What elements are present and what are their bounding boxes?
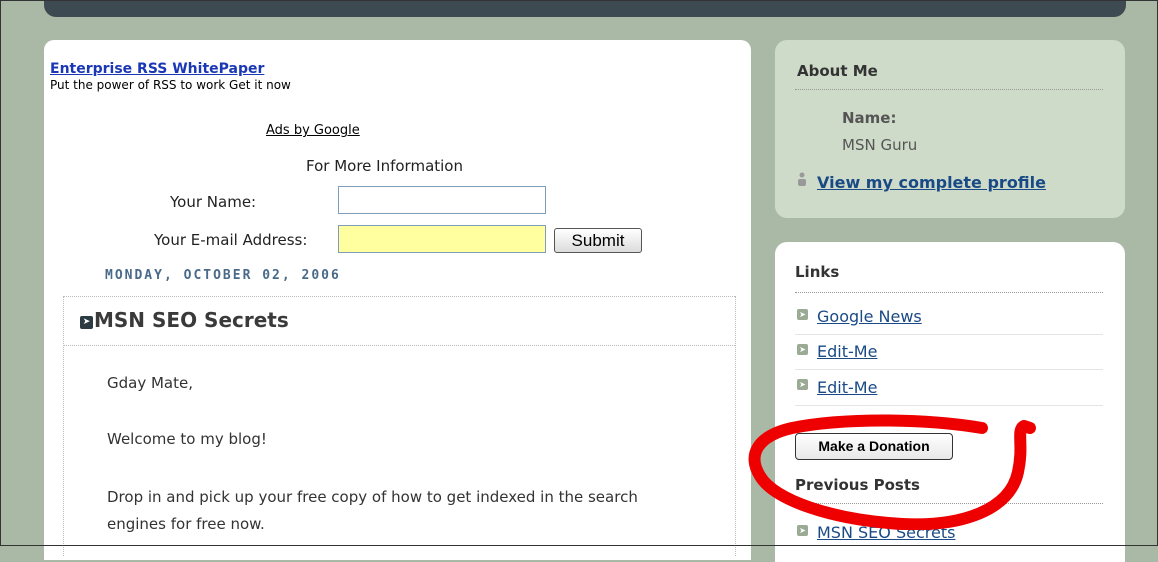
post-title[interactable]: MSN SEO Secrets <box>94 308 289 332</box>
bullet-arrow-icon: ➤ <box>797 344 808 355</box>
links-item[interactable]: Google News <box>817 307 922 326</box>
form-heading: For More Information <box>306 157 463 175</box>
about-me-heading: About Me <box>797 62 878 80</box>
links-item[interactable]: Edit-Me <box>817 342 877 361</box>
links-panel <box>775 242 1125 562</box>
links-heading: Links <box>795 263 840 281</box>
previous-post-link[interactable]: MSN SEO Secrets <box>817 523 955 542</box>
make-donation-button[interactable]: Make a Donation <box>795 433 953 460</box>
previous-posts-heading: Previous Posts <box>795 476 920 494</box>
about-name-value: MSN Guru <box>842 136 918 154</box>
divider <box>795 405 1103 406</box>
divider <box>795 334 1103 335</box>
ads-by-google-link[interactable]: Ads by Google <box>266 123 360 138</box>
post-date: MONDAY, OCTOBER 02, 2006 <box>105 268 341 283</box>
bullet-arrow-icon: ➤ <box>797 309 808 320</box>
bullet-arrow-icon: ➤ <box>797 379 808 390</box>
ad-unit: Enterprise RSS WhitePaper Put the power … <box>50 61 291 93</box>
divider <box>795 89 1103 90</box>
email-input[interactable] <box>338 225 546 253</box>
post-paragraph: Gday Mate, <box>107 374 193 392</box>
post-paragraph: Welcome to my blog! <box>107 430 267 448</box>
divider <box>795 503 1103 504</box>
divider <box>795 369 1103 370</box>
name-label: Your Name: <box>170 193 257 211</box>
ad-link[interactable]: Enterprise RSS WhitePaper <box>50 61 264 77</box>
header-bar <box>44 0 1126 17</box>
arrow-right-icon: ➤ <box>80 316 93 329</box>
bullet-arrow-icon: ➤ <box>797 525 808 536</box>
ad-tagline: Put the power of RSS to work Get it now <box>50 78 291 92</box>
submit-button[interactable]: Submit <box>554 228 642 253</box>
person-icon <box>798 172 806 186</box>
view-profile-link[interactable]: View my complete profile <box>817 173 1046 192</box>
about-name-label: Name: <box>842 109 897 127</box>
post-paragraph: engines for free now. <box>107 515 265 533</box>
post-paragraph: Drop in and pick up your free copy of ho… <box>107 488 638 506</box>
name-input[interactable] <box>338 186 546 214</box>
email-label: Your E-mail Address: <box>154 231 308 249</box>
divider <box>795 292 1103 293</box>
links-item[interactable]: Edit-Me <box>817 378 877 397</box>
